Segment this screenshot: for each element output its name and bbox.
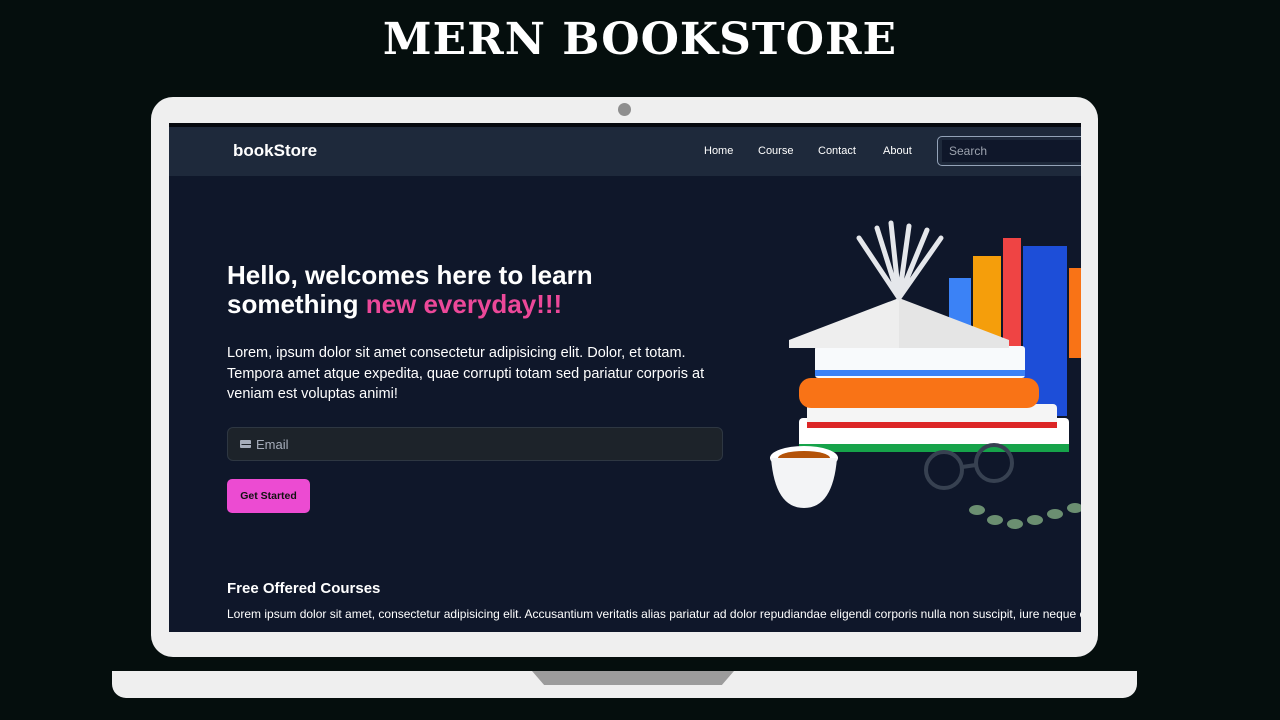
hero-title-highlight: new everyday!!! [365,289,563,319]
navbar: bookStore Home Course Contact About [169,127,1081,176]
nav-link-course[interactable]: Course [758,145,793,157]
nav-link-about[interactable]: About [883,145,912,157]
mail-icon [240,440,251,448]
nav-link-contact[interactable]: Contact [818,145,856,157]
browser-screen: bookStore Home Course Contact About Hell… [169,123,1081,632]
hero-description: Lorem, ipsum dolor sit amet consectetur … [227,345,705,402]
search-box [937,136,1081,166]
book-stack-illustration [770,220,1081,529]
get-started-button[interactable]: Get Started [227,479,310,513]
email-field [227,427,723,461]
book-icon [1003,238,1021,348]
camera-icon [618,103,631,116]
hero-title: Hello, welcomes here to learn something … [227,261,687,319]
brand-logo[interactable]: bookStore [233,141,317,161]
search-input[interactable] [942,140,1081,162]
book-icon [1069,268,1081,358]
email-input[interactable] [256,433,716,455]
courses-description: Lorem ipsum dolor sit amet, consectetur … [227,607,1081,621]
banner-title: MERN BOOKSTORE [382,14,898,65]
nav-link-home[interactable]: Home [704,145,733,157]
laptop-hinge [532,671,734,685]
courses-title: Free Offered Courses [227,580,381,597]
